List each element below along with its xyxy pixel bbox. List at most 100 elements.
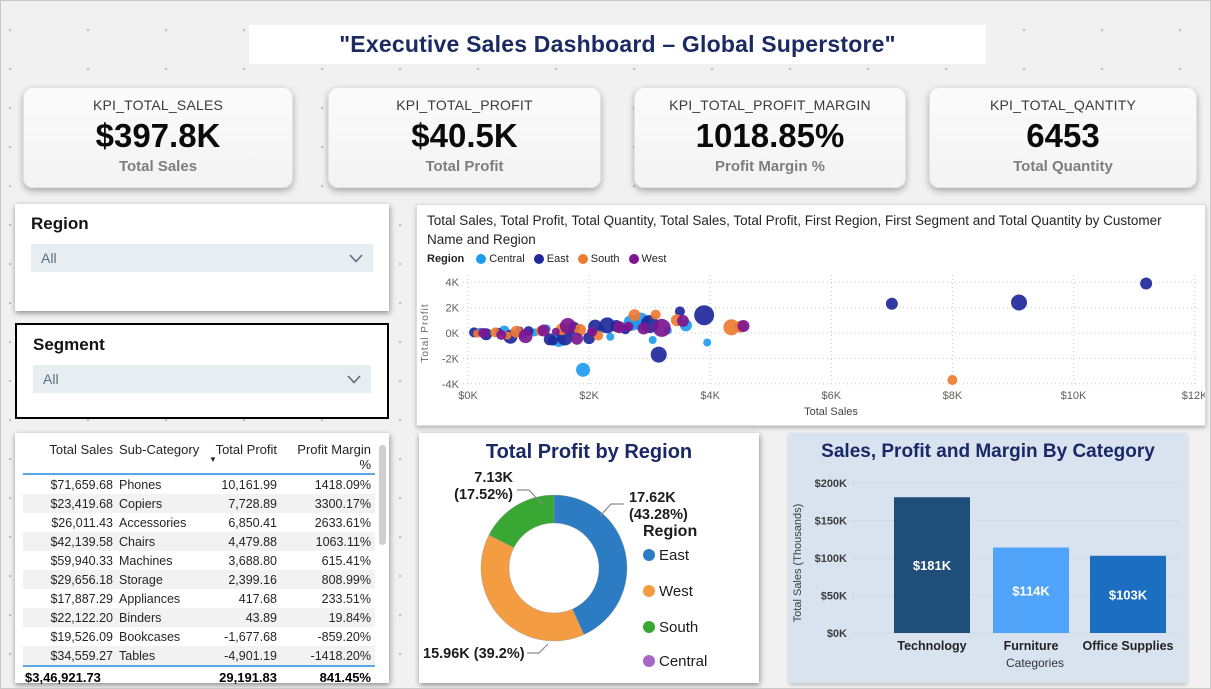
- svg-text:$200K: $200K: [815, 478, 847, 490]
- dropdown-value: All: [41, 250, 57, 266]
- table-cell: 3,688.80: [205, 551, 281, 570]
- table-row[interactable]: $26,011.43Accessories6,850.412633.61%: [23, 513, 375, 532]
- donut-chart[interactable]: 7.13K(17.52%)17.62K(43.28%)15.96K (39.2%…: [419, 464, 759, 682]
- kpi-card-total-profit[interactable]: KPI_TOTAL_PROFIT $40.5K Total Profit: [328, 87, 601, 188]
- column-header-sub-category[interactable]: Sub-Category: [117, 439, 205, 474]
- kpi-card-total-sales[interactable]: KPI_TOTAL_SALES $397.8K Total Sales: [23, 87, 293, 188]
- table-row[interactable]: $19,526.09Bookcases-1,677.68-859.20%: [23, 627, 375, 646]
- legend-item-central[interactable]: Central: [476, 253, 524, 265]
- table-cell: Bookcases: [117, 627, 205, 646]
- table-cell: 43.89: [205, 608, 281, 627]
- table-scrollbar[interactable]: [379, 445, 386, 545]
- table-cell: $19,526.09: [23, 627, 117, 646]
- scatter-chart-title: Total Sales, Total Profit, Total Quantit…: [417, 205, 1205, 249]
- svg-text:South: South: [659, 619, 698, 636]
- table-cell: Chairs: [117, 532, 205, 551]
- svg-text:-4K: -4K: [442, 379, 460, 391]
- table-cell: 615.41%: [281, 551, 375, 570]
- table-row[interactable]: $17,887.29Appliances417.68233.51%: [23, 589, 375, 608]
- dashboard-canvas: "Executive Sales Dashboard – Global Supe…: [0, 0, 1211, 689]
- kpi-card-total-quantity[interactable]: KPI_TOTAL_QANTITY 6453 Total Quantity: [929, 87, 1197, 188]
- svg-text:$50K: $50K: [821, 591, 847, 603]
- legend-dot-icon: [578, 254, 588, 264]
- table-cell: 7,728.89: [205, 494, 281, 513]
- legend-item-south[interactable]: South: [578, 253, 620, 265]
- table-cell: Binders: [117, 608, 205, 627]
- svg-text:Office Supplies: Office Supplies: [1083, 639, 1174, 653]
- table-cell: -4,901.19: [205, 646, 281, 666]
- svg-text:4K: 4K: [446, 277, 460, 289]
- kpi-value: 1018.85%: [635, 117, 905, 155]
- donut-chart-title: Total Profit by Region: [419, 433, 759, 464]
- table-row[interactable]: $71,659.68Phones10,161.991418.09%: [23, 474, 375, 494]
- column-header-total-sales[interactable]: Total Sales: [23, 439, 117, 474]
- title-banner: "Executive Sales Dashboard – Global Supe…: [249, 25, 986, 64]
- svg-text:West: West: [659, 583, 694, 600]
- svg-text:Technology: Technology: [897, 639, 966, 653]
- svg-text:-2K: -2K: [442, 354, 460, 366]
- table-row[interactable]: $34,559.27Tables-4,901.19-1418.20%: [23, 646, 375, 666]
- table-row[interactable]: $22,122.20Binders43.8919.84%: [23, 608, 375, 627]
- table-cell: $22,122.20: [23, 608, 117, 627]
- svg-text:(17.52%): (17.52%): [454, 487, 513, 503]
- svg-text:East: East: [659, 547, 690, 564]
- table-cell: -1,677.68: [205, 627, 281, 646]
- page-title: "Executive Sales Dashboard – Global Supe…: [339, 31, 896, 58]
- legend-title: Region: [427, 253, 464, 265]
- table-cell: $42,139.58: [23, 532, 117, 551]
- segment-dropdown[interactable]: All: [33, 365, 371, 393]
- sort-descending-icon[interactable]: ▼: [207, 457, 277, 463]
- column-header-profit-margin-[interactable]: Profit Margin %: [281, 439, 375, 474]
- table-row[interactable]: $59,940.33Machines3,688.80615.41%: [23, 551, 375, 570]
- dropdown-value: All: [43, 371, 59, 387]
- legend-item-west[interactable]: West: [629, 253, 667, 265]
- table-cell: $23,419.68: [23, 494, 117, 513]
- subcategory-table-panel: Total SalesSub-CategoryTotal Profit▼Prof…: [15, 433, 389, 683]
- svg-text:(43.28%): (43.28%): [629, 507, 688, 523]
- svg-text:$6K: $6K: [822, 390, 842, 402]
- table-header-row: Total SalesSub-CategoryTotal Profit▼Prof…: [23, 439, 375, 474]
- table-cell: $26,011.43: [23, 513, 117, 532]
- bar-chart[interactable]: $0K$50K$100K$150K$200K$181KTechnology$11…: [789, 463, 1187, 679]
- scatter-plot[interactable]: $0K$2K$4K$6K$8K$10K$12K4K2K0K-2K-4KTotal…: [417, 265, 1205, 423]
- donut-chart-panel: Total Profit by Region 7.13K(17.52%)17.6…: [419, 433, 759, 683]
- table-cell: 19.84%: [281, 608, 375, 627]
- kpi-value: $397.8K: [24, 117, 292, 155]
- svg-text:$8K: $8K: [943, 390, 963, 402]
- table-cell: $59,940.33: [23, 551, 117, 570]
- legend-label: East: [547, 253, 569, 265]
- svg-text:$0K: $0K: [458, 390, 478, 402]
- table-cell: $34,559.27: [23, 646, 117, 666]
- table-cell: Copiers: [117, 494, 205, 513]
- table-cell: -859.20%: [281, 627, 375, 646]
- table-cell: 808.99%: [281, 570, 375, 589]
- region-dropdown[interactable]: All: [31, 244, 373, 272]
- table-total-cell: $3,46,921.73: [23, 666, 117, 687]
- table-row[interactable]: $23,419.68Copiers7,728.893300.17%: [23, 494, 375, 513]
- kpi-card-profit-margin[interactable]: KPI_TOTAL_PROFIT_MARGIN 1018.85% Profit …: [634, 87, 906, 188]
- legend-dot-icon: [629, 254, 639, 264]
- table-cell: 1418.09%: [281, 474, 375, 494]
- table-row[interactable]: $42,139.58Chairs4,479.881063.11%: [23, 532, 375, 551]
- chevron-down-icon: [347, 375, 361, 384]
- table-cell: Machines: [117, 551, 205, 570]
- svg-text:Total Sales: Total Sales: [804, 406, 858, 418]
- table-cell: Appliances: [117, 589, 205, 608]
- svg-text:Furniture: Furniture: [1004, 639, 1059, 653]
- column-header-total-profit[interactable]: Total Profit▼: [205, 439, 281, 474]
- subcategory-table[interactable]: Total SalesSub-CategoryTotal Profit▼Prof…: [23, 439, 375, 687]
- table-cell: 233.51%: [281, 589, 375, 608]
- svg-text:$10K: $10K: [1061, 390, 1087, 402]
- kpi-header: KPI_TOTAL_PROFIT_MARGIN: [635, 97, 905, 113]
- table-row[interactable]: $29,656.18Storage2,399.16808.99%: [23, 570, 375, 589]
- legend-dot-icon: [476, 254, 486, 264]
- kpi-label: Total Profit: [329, 158, 600, 175]
- table-cell: 1063.11%: [281, 532, 375, 551]
- table-cell: -1418.20%: [281, 646, 375, 666]
- legend-item-east[interactable]: East: [534, 253, 569, 265]
- slicer-title: Segment: [33, 335, 371, 355]
- svg-text:$100K: $100K: [815, 553, 847, 565]
- svg-text:$150K: $150K: [815, 516, 847, 528]
- scatter-legend: Region Central East South West: [417, 249, 1205, 265]
- kpi-header: KPI_TOTAL_SALES: [24, 97, 292, 113]
